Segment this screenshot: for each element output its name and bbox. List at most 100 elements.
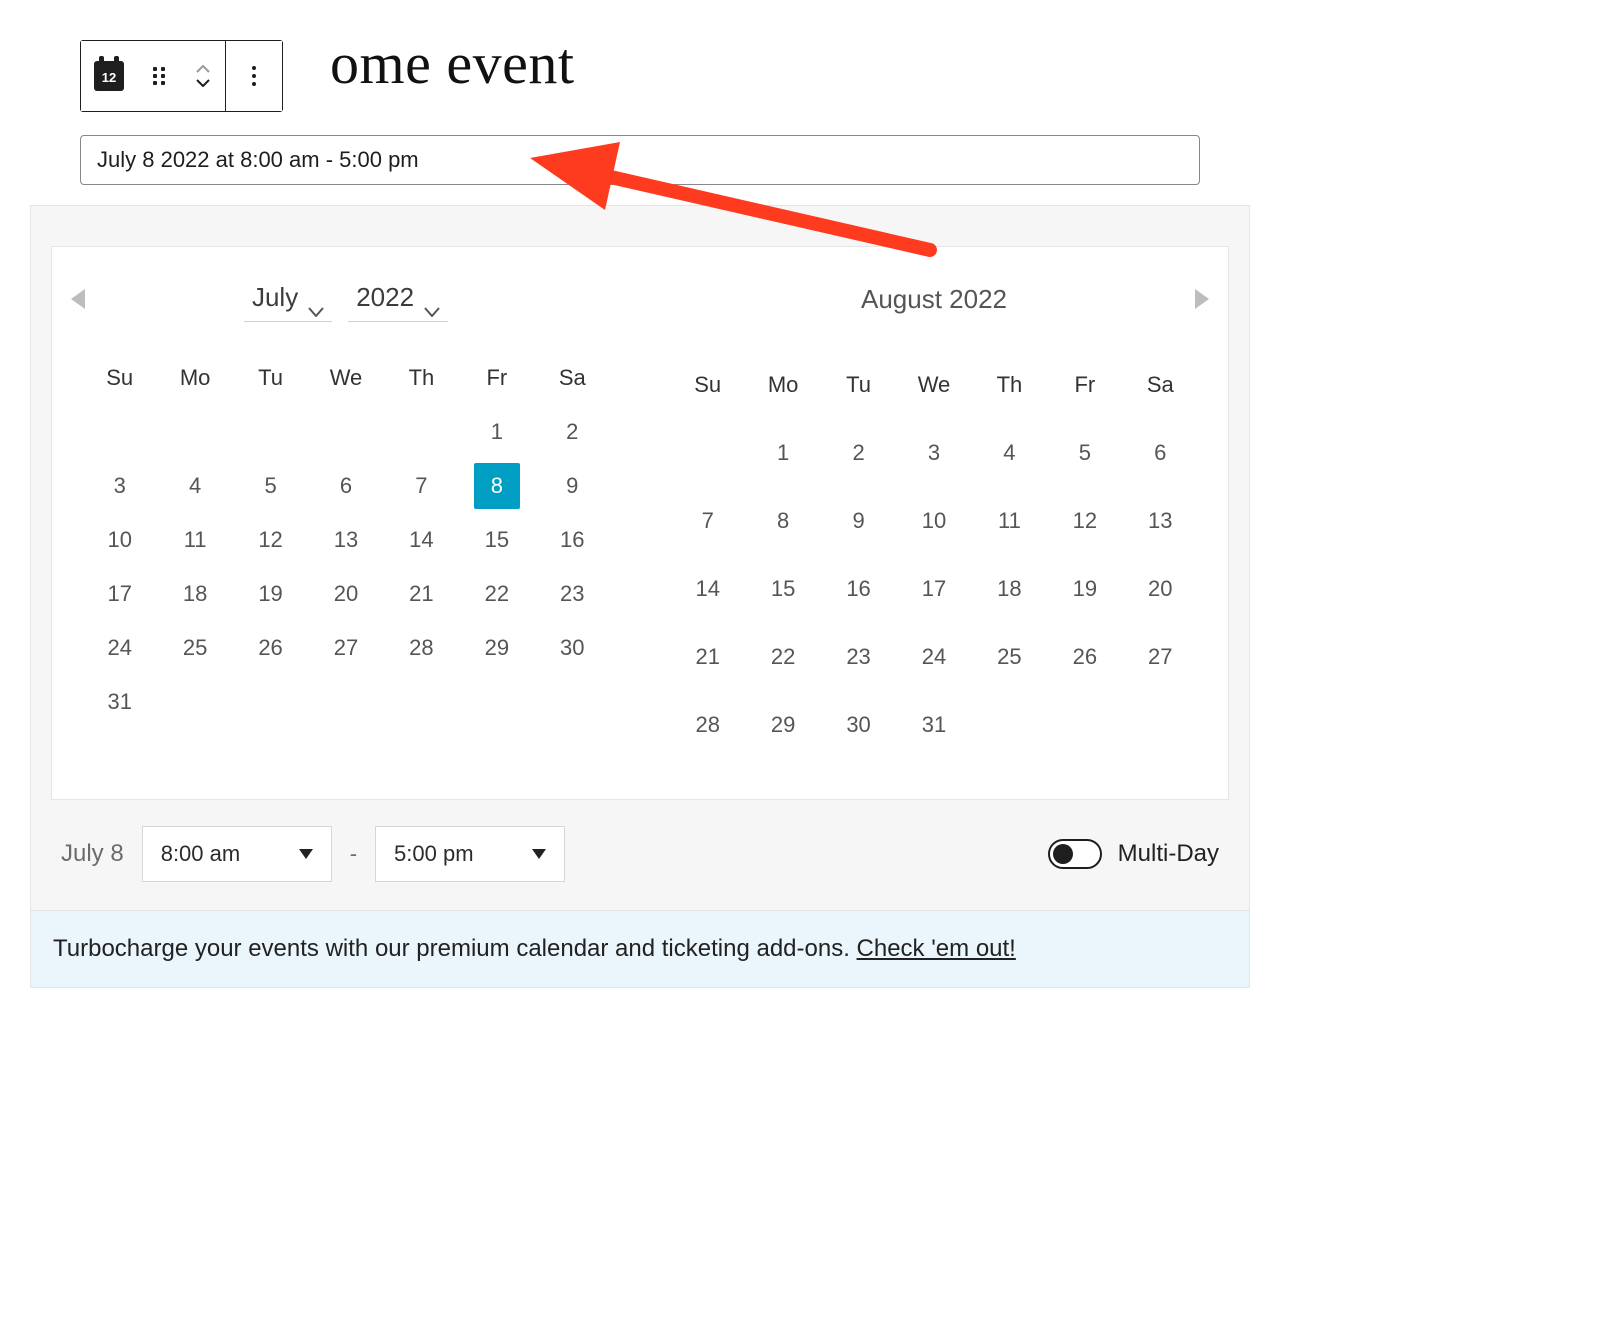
calendar-day[interactable]: 8	[459, 459, 534, 513]
drag-icon	[150, 67, 168, 85]
prev-month-button[interactable]	[58, 279, 98, 319]
calendar-day[interactable]: 15	[745, 555, 820, 623]
calendar-day[interactable]: 20	[308, 567, 383, 621]
calendar-day[interactable]: 29	[745, 691, 820, 759]
calendar-day[interactable]: 19	[233, 567, 308, 621]
calendar-day: .	[82, 405, 157, 459]
calendar-day[interactable]: 27	[1123, 623, 1198, 691]
calendar-day[interactable]: 16	[535, 513, 610, 567]
calendar-day[interactable]: 4	[157, 459, 232, 513]
calendar-day[interactable]: 7	[384, 459, 459, 513]
calendar-day[interactable]: 5	[233, 459, 308, 513]
calendar-day[interactable]: 9	[821, 487, 896, 555]
weekday-label: Sa	[535, 351, 610, 405]
calendar-day[interactable]: 7	[670, 487, 745, 555]
calendar-day[interactable]: 1	[745, 419, 820, 487]
calendar-day[interactable]: 26	[233, 621, 308, 675]
calendar-day[interactable]: 22	[745, 623, 820, 691]
calendar-day[interactable]: 2	[535, 405, 610, 459]
calendar-day[interactable]: 21	[670, 623, 745, 691]
calendar-day[interactable]: 22	[459, 567, 534, 621]
next-month-button[interactable]	[1182, 279, 1222, 319]
weekday-label: We	[896, 351, 971, 419]
calendar-day: .	[459, 675, 534, 729]
calendar-day[interactable]: 24	[82, 621, 157, 675]
start-time-select[interactable]: 8:00 am	[142, 826, 332, 882]
calendar-day[interactable]: 19	[1047, 555, 1122, 623]
calendar-day[interactable]: 28	[670, 691, 745, 759]
calendar-day[interactable]: 12	[233, 513, 308, 567]
multi-day-label: Multi-Day	[1118, 840, 1219, 868]
post-title-fragment[interactable]: ome event	[330, 30, 574, 97]
promo-link[interactable]: Check 'em out!	[857, 935, 1016, 962]
more-options-button[interactable]	[226, 41, 282, 111]
calendar-day[interactable]: 17	[896, 555, 971, 623]
end-time-select[interactable]: 5:00 pm	[375, 826, 565, 882]
calendar-day[interactable]: 2	[821, 419, 896, 487]
time-date-label: July 8	[61, 840, 124, 868]
calendar-day[interactable]: 31	[896, 691, 971, 759]
weekday-label: Tu	[821, 351, 896, 419]
calendar-day[interactable]: 14	[384, 513, 459, 567]
calendar-day[interactable]: 3	[896, 419, 971, 487]
calendar-day[interactable]: 23	[821, 623, 896, 691]
calendar-day[interactable]: 3	[82, 459, 157, 513]
calendar-day: .	[384, 405, 459, 459]
weekday-label: Mo	[745, 351, 820, 419]
calendar-day[interactable]: 5	[1047, 419, 1122, 487]
calendar-day[interactable]: 30	[535, 621, 610, 675]
calendar-day[interactable]: 6	[1123, 419, 1198, 487]
calendar-week: 31......	[82, 675, 610, 729]
promo-text: Turbocharge your events with our premium…	[53, 935, 857, 962]
calendar-day[interactable]: 15	[459, 513, 534, 567]
calendar-day[interactable]: 6	[308, 459, 383, 513]
calendar-day[interactable]: 30	[821, 691, 896, 759]
calendar-day[interactable]: 12	[1047, 487, 1122, 555]
calendar-day[interactable]: 29	[459, 621, 534, 675]
time-separator: -	[350, 841, 357, 867]
year-select[interactable]: 2022	[348, 276, 448, 322]
calendar-day[interactable]: 10	[896, 487, 971, 555]
calendar-day[interactable]: 25	[157, 621, 232, 675]
calendar-week: .123456	[670, 419, 1198, 487]
move-buttons[interactable]	[181, 41, 225, 111]
drag-handle[interactable]	[137, 41, 181, 111]
calendar-day[interactable]: 31	[82, 675, 157, 729]
calendar-day[interactable]: 11	[157, 513, 232, 567]
calendar-day[interactable]: 27	[308, 621, 383, 675]
calendar-day[interactable]: 16	[821, 555, 896, 623]
calendar-day[interactable]: 11	[972, 487, 1047, 555]
multi-day-toggle[interactable]	[1048, 839, 1102, 869]
calendar-day-selected[interactable]: 8	[474, 463, 520, 509]
calendar-day: .	[384, 675, 459, 729]
calendar-day[interactable]: 13	[308, 513, 383, 567]
chevron-right-icon	[1195, 289, 1209, 309]
calendar-day[interactable]: 4	[972, 419, 1047, 487]
calendar-day[interactable]: 18	[972, 555, 1047, 623]
months-card: July 2022 SuMoTuWeThFrSa .....1234567891…	[51, 246, 1229, 800]
calendar-day[interactable]: 25	[972, 623, 1047, 691]
calendar-day[interactable]: 18	[157, 567, 232, 621]
chevrons-icon	[196, 65, 210, 87]
calendar-day[interactable]: 23	[535, 567, 610, 621]
block-type-button[interactable]: 12	[81, 41, 137, 111]
calendar-day[interactable]: 1	[459, 405, 534, 459]
calendar-day[interactable]: 24	[896, 623, 971, 691]
calendar-day[interactable]: 26	[1047, 623, 1122, 691]
calendar-day[interactable]: 28	[384, 621, 459, 675]
chevron-down-icon	[424, 293, 440, 303]
month-select[interactable]: July	[244, 276, 332, 322]
weekday-label: Su	[670, 351, 745, 419]
calendar-day[interactable]: 9	[535, 459, 610, 513]
month-right: August 2022 SuMoTuWeThFrSa .123456789101…	[670, 275, 1198, 759]
calendar-week: 3456789	[82, 459, 610, 513]
calendar-day[interactable]: 14	[670, 555, 745, 623]
calendar-day[interactable]: 21	[384, 567, 459, 621]
kebab-icon	[252, 66, 256, 86]
calendar-day[interactable]: 13	[1123, 487, 1198, 555]
event-datetime-input[interactable]: July 8 2022 at 8:00 am - 5:00 pm	[80, 135, 1200, 185]
calendar-day[interactable]: 17	[82, 567, 157, 621]
calendar-day[interactable]: 10	[82, 513, 157, 567]
calendar-day[interactable]: 20	[1123, 555, 1198, 623]
calendar-day[interactable]: 8	[745, 487, 820, 555]
